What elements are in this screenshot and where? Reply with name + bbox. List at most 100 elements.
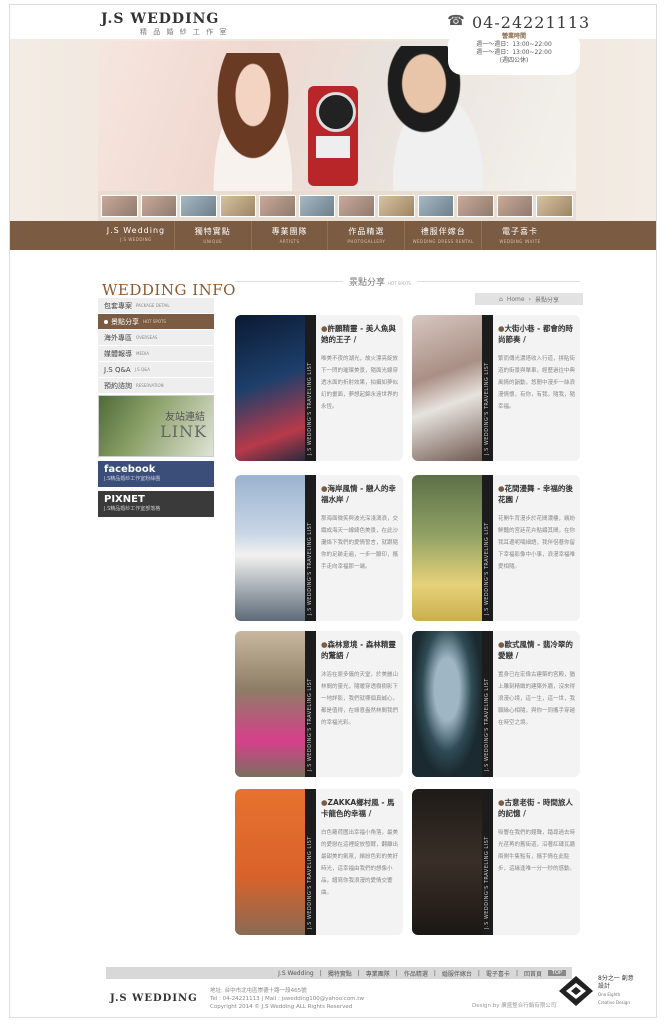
banner-thumbnail[interactable] [536,195,573,217]
banner-thumbnail[interactable] [180,195,217,217]
spot-card[interactable]: J.S WEDDING'S TRAVELING LIST ●花間漫舞 - 幸福的… [412,475,580,621]
sidebar-item-label: J.S Q&A [104,365,131,374]
nav-label: J.S Wedding [106,226,166,235]
nav-sub: WEDDING INVITE [499,239,541,244]
section-title: 景點分享 HOT SPOTS [343,275,417,288]
banner-thumbnail[interactable] [140,195,178,217]
spot-title-text: 海岸風情 - 戀人的幸福水岸 / [321,484,396,504]
spot-card[interactable]: J.S WEDDING'S TRAVELING LIST ●森林意境 - 森林精… [235,631,403,777]
spot-photo [235,631,305,777]
spot-photo [235,315,305,461]
spot-strip: J.S WEDDING'S TRAVELING LIST [482,315,493,461]
footer-link[interactable]: 婚服伴嫁台 [442,969,472,978]
pixnet-sub: J.S精品婚紗工作室部落格 [104,506,161,512]
spot-strip-text: J.S WEDDING'S TRAVELING LIST [307,522,313,615]
sidebar-item-label: 媒體報導 [104,349,132,358]
spot-card[interactable]: J.S WEDDING'S TRAVELING LIST ●大街小巷 - 都會的… [412,315,580,461]
sidebar-item-reservation[interactable]: 預約諮詢 RESERVATION [98,378,214,393]
nav-label: 電子喜卡 [502,227,539,236]
hours-line: 週一～週日：13:00~22:00 [476,49,552,56]
banner-thumbnail[interactable] [378,195,415,217]
nav-item-unique[interactable]: 獨特實點 UNIQUE [175,221,252,250]
spot-description: 吸響在我們的鐘聲，踏尋過去時光荏苒的舊街道，沿著紅磚瓦牆兩側牛隻點有，攜手情在此… [498,830,576,872]
footer-design-credit: Design by 廣盛整合行銷有限公司 [472,1003,557,1009]
spot-card[interactable]: J.S WEDDING'S TRAVELING LIST ●古意老街 - 時間旅… [412,789,580,935]
footer-link[interactable]: J.S Wedding [278,970,314,977]
banner-thumbnail[interactable] [298,195,336,217]
spot-title: ●森林意境 - 森林精靈的驚語 / [321,639,401,661]
banner-thumbnail[interactable] [496,195,534,217]
footer-link[interactable]: 獨特實點 [328,969,352,978]
nav-item-invite[interactable]: 電子喜卡 WEDDING INVITE [482,221,558,250]
spot-card[interactable]: J.S WEDDING'S TRAVELING LIST ●歐式風情 - 翡冷翠… [412,631,580,777]
spot-photo [235,789,305,935]
spot-title: ●海岸風情 - 戀人的幸福水岸 / [321,483,401,505]
pixnet-banner[interactable]: PIXNET J.S精品婚紗工作室部落格 [98,491,214,517]
nav-label: 作品精選 [348,227,385,236]
spot-description: 花開牛背漫步於花間濃樓，繽紛鮮豔的宮廷花卉點綴其間，在你我耳邊呢喃細語，我伴侶著… [498,516,576,570]
spot-photo [412,789,482,935]
spot-description: 置身已在宏偉古建築的宮殿，猶上雕刻精緻的建築外牆，沒來得浪漫心境，這一生，這一世… [498,672,576,726]
nav-item-artists[interactable]: 專業團隊 ARTISTS [252,221,329,250]
spot-strip: J.S WEDDING'S TRAVELING LIST [482,631,493,777]
footer-link[interactable]: 回首頁 [524,969,542,978]
breadcrumb: ⌂ Home › 景點分享 [475,293,583,305]
sidebar-item-sub: HOT SPOTS [143,319,166,324]
phone-number: 04-24221113 [472,13,591,32]
banner-thumbnail[interactable] [259,195,296,217]
spot-strip-text: J.S WEDDING'S TRAVELING LIST [307,362,313,455]
facebook-label: facebook [104,464,156,475]
banner-thumbnail[interactable] [219,195,257,217]
banner-thumbnail[interactable] [338,195,376,217]
spot-strip-text: J.S WEDDING'S TRAVELING LIST [307,678,313,771]
bullet-icon [104,319,108,324]
section-title-sub: HOT SPOTS [388,281,411,286]
banner-thumbnails [98,191,576,221]
sidebar-item-hot-spots[interactable]: 景點分享 HOT SPOTS [98,314,214,329]
friend-link-banner[interactable]: 友站連結 LINK [98,395,214,457]
footer-contact: Tel : 04-24221113 | Mail : jswedding100@… [210,996,364,1002]
spot-photo [412,315,482,461]
sidebar-item-qa[interactable]: J.S Q&A J.S Q&A [98,362,214,377]
bride-figure [198,53,308,191]
footer-link[interactable]: 專業團隊 [366,969,390,978]
red-phone-booth [308,86,358,186]
spot-title-text: 花間漫舞 - 幸福的後花園 / [498,484,573,504]
spot-description: 唯美不夜的湖光，故火漂亮綻放下一閃的璀璨美景，隨面光線穿透水面的折射效果，拍攝如… [321,356,399,410]
nav-label: 禮服伴嫁台 [420,227,466,236]
spot-photo [412,631,482,777]
page-frame: J.S WEDDING 精 品 婚 紗 工 作 室 ☎ 04-24221113 … [9,4,657,1018]
footer-separator: | [477,969,480,977]
design-studio-logo-icon [559,976,593,1006]
nav-label: 專業團隊 [271,227,308,236]
phone-icon: ☎ [447,13,465,29]
spot-title: ●歐式風情 - 翡冷翠的愛戀 / [498,639,578,661]
sidebar-item-media[interactable]: 媒體報導 MEDIA [98,346,214,361]
banner-thumbnail[interactable] [417,195,455,217]
banner-thumbnail[interactable] [101,195,138,217]
footer-address: 地址: 台中市北屯區崇德十路一段465號 [210,988,307,994]
spot-card[interactable]: J.S WEDDING'S TRAVELING LIST ●ZAKKA鄉村風 -… [235,789,403,935]
footer-copyright: Copyright 2014 © J.S Wedding ALL Rights … [210,1004,353,1010]
nav-item-gallery[interactable]: 作品精選 PHOTOGALLERY [328,221,406,250]
footer-logo: J.S WEDDING [110,993,198,1004]
spot-card[interactable]: J.S WEDDING'S TRAVELING LIST ●海岸風情 - 戀人的… [235,475,403,621]
spot-card[interactable]: J.S WEDDING'S TRAVELING LIST ●許願精靈 - 美人魚… [235,315,403,461]
sidebar-item-overseas[interactable]: 海外專區 OVERSEAS [98,330,214,345]
footer-link[interactable]: 電子喜卡 [486,969,510,978]
banner-thumbnail[interactable] [457,195,494,217]
breadcrumb-current: 景點分享 [534,296,559,304]
breadcrumb-home[interactable]: Home [507,296,525,303]
nav-item-home[interactable]: J.S Wedding J.S WEDDING [98,221,175,250]
facebook-banner[interactable]: facebook J.S精品婚紗工作室粉絲團 [98,461,214,487]
nav-label: 獨特實點 [194,227,231,236]
sidebar-item-package[interactable]: 包套專案 PACKAGE DETAIL [98,298,214,313]
nav-item-dress-rental[interactable]: 禮服伴嫁台 WEDDING DRESS RENTAL [405,221,483,250]
spot-title-text: 大街小巷 - 都會的時尚節奏 / [498,324,573,344]
sidebar-item-label: 包套專案 [104,301,132,310]
spot-strip: J.S WEDDING'S TRAVELING LIST [305,789,316,935]
site-logo[interactable]: J.S WEDDING [101,11,219,27]
design-studio-name: 8分之一 創意設計 One Eighth Creative Design [598,975,638,1007]
footer-separator: | [433,969,436,977]
footer-link[interactable]: 作品精選 [404,969,428,978]
